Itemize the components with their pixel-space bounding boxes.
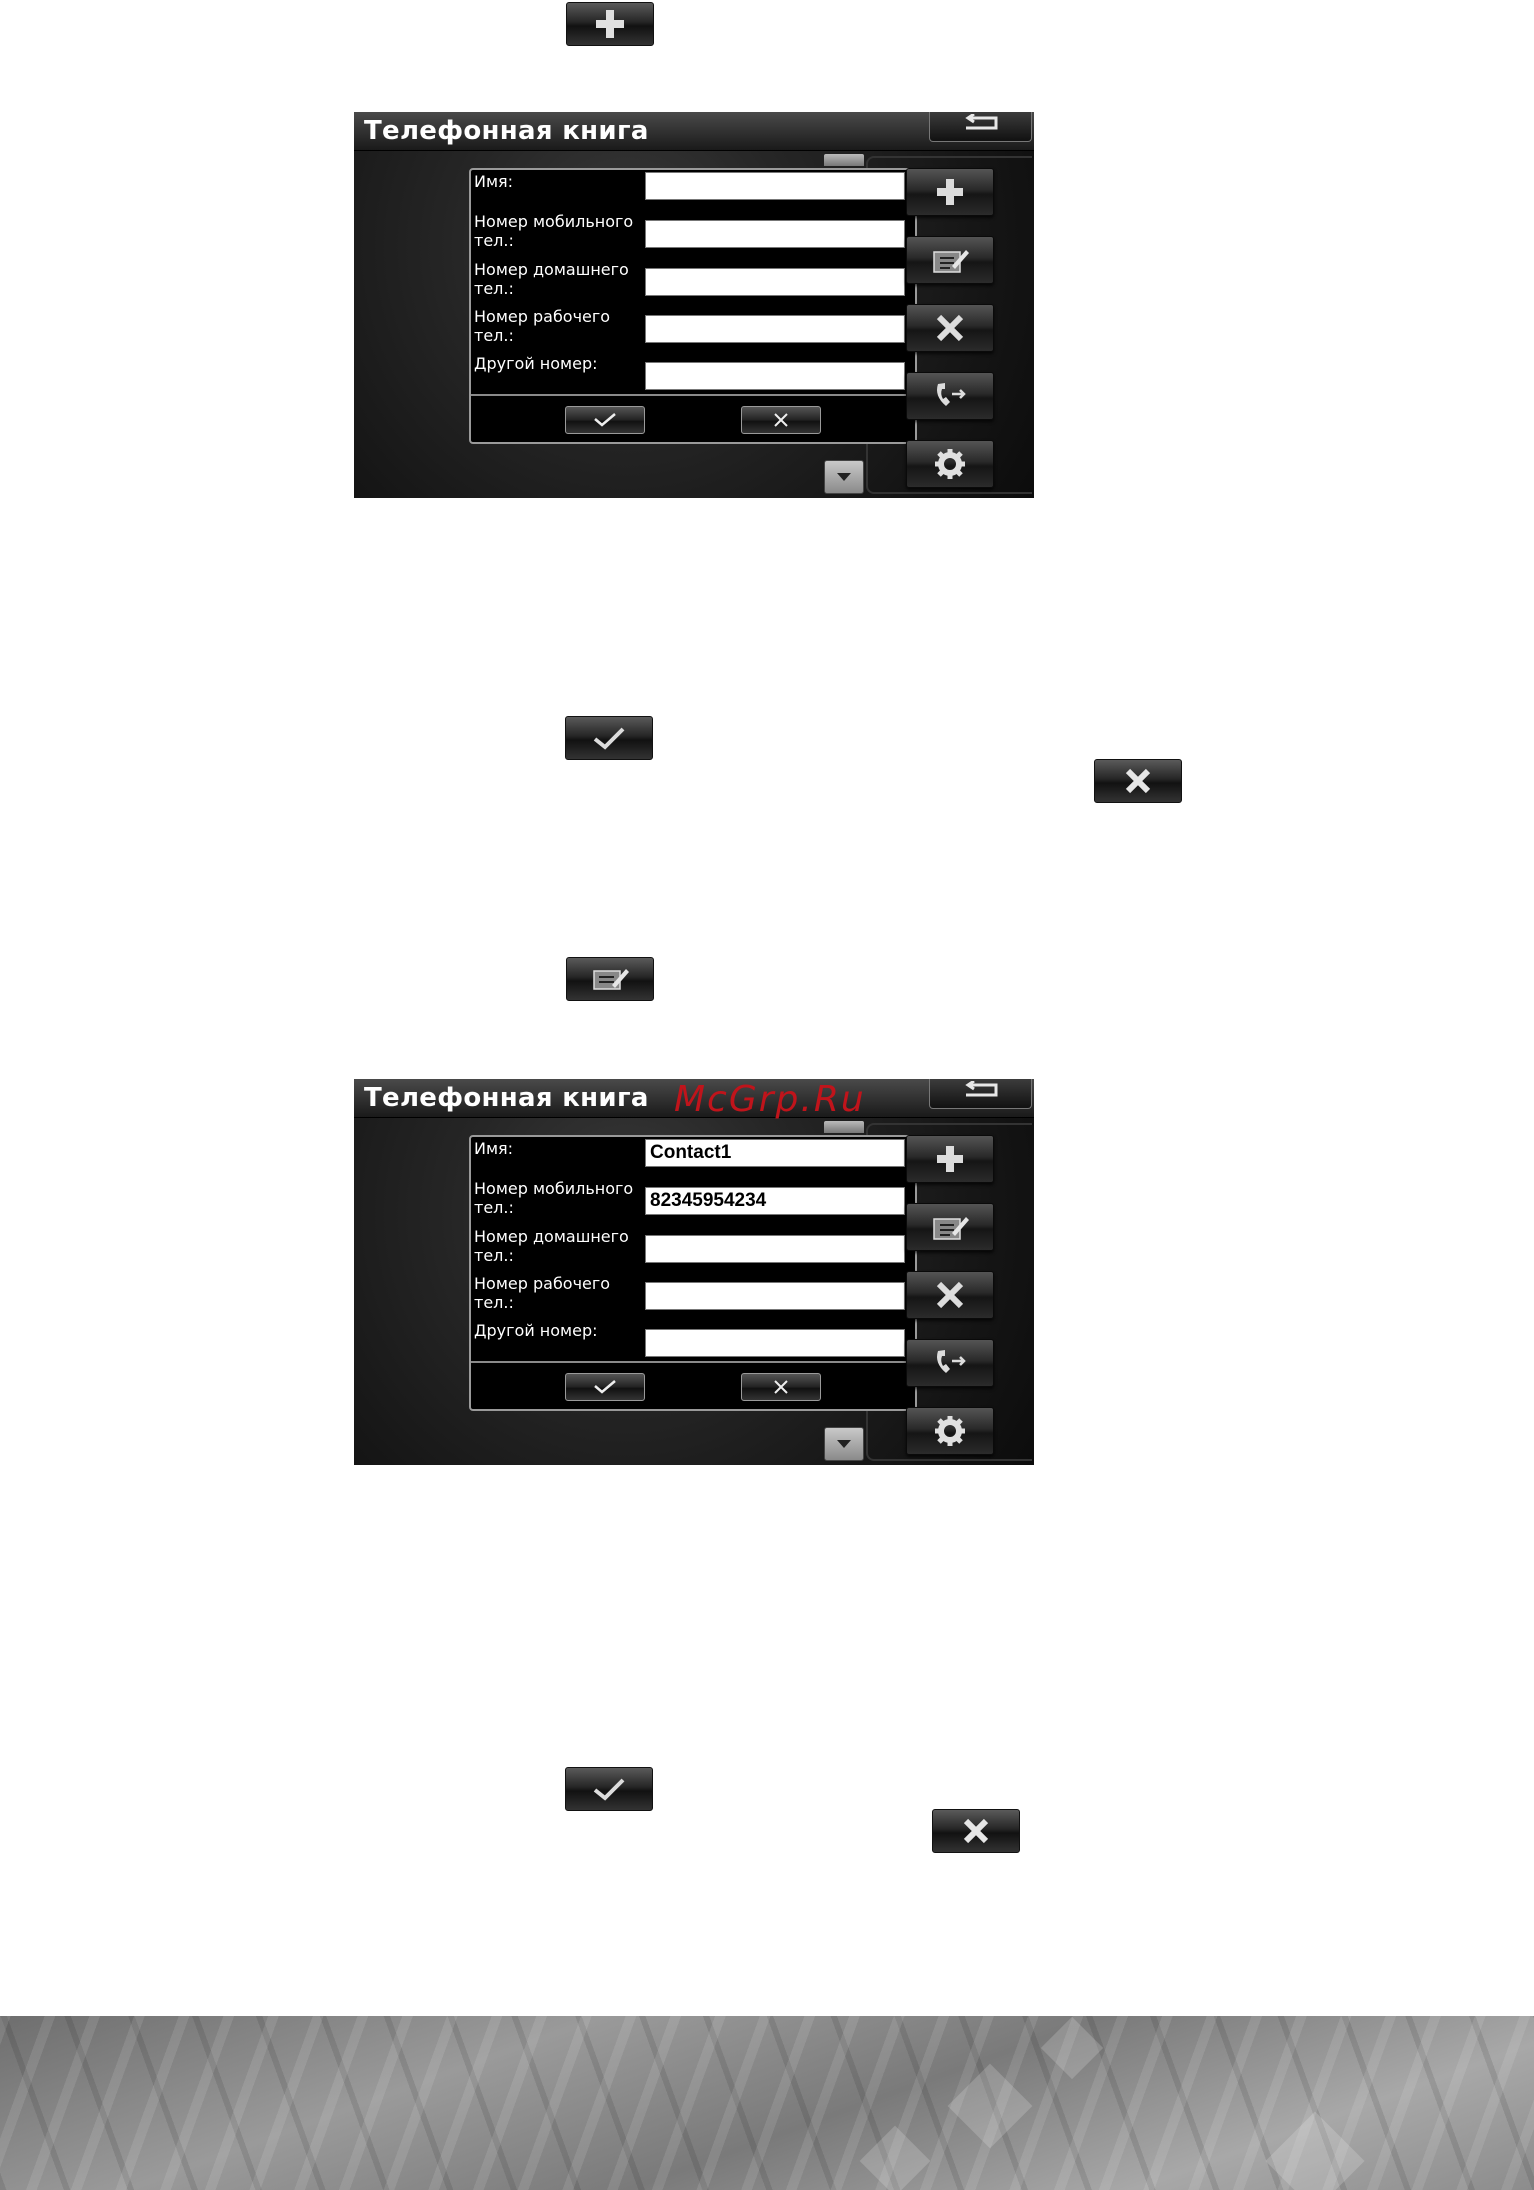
scroll-up-button[interactable] (824, 1121, 864, 1133)
confirm-button[interactable] (565, 1373, 645, 1401)
decorative-shard (947, 2063, 1033, 2149)
scroll-up-button[interactable] (824, 154, 864, 166)
add-contact-button[interactable] (906, 168, 994, 216)
confirm-button[interactable] (565, 406, 645, 434)
screen-title: Телефонная книга (364, 116, 649, 146)
name-label: Имя: (474, 1139, 514, 1158)
confirm-icon-sample (565, 716, 653, 760)
edit-contact-icon (593, 969, 629, 990)
mobile-label: Номер мобильного тел.: (474, 212, 634, 250)
decorative-footer-band (0, 2016, 1534, 2190)
add-button-icon (566, 2, 654, 46)
call-transfer-icon (937, 1350, 966, 1373)
triangle-down-icon (837, 473, 851, 481)
cancel-icon-sample (1094, 759, 1182, 803)
edit-icon-sample (566, 957, 654, 1001)
settings-button[interactable] (906, 440, 994, 488)
home-field[interactable] (645, 268, 905, 296)
delete-icon (936, 314, 964, 342)
back-button[interactable] (929, 1079, 1032, 1109)
name-label: Имя: (474, 172, 514, 191)
work-field[interactable] (645, 1282, 905, 1310)
call-transfer-button[interactable] (906, 372, 994, 420)
home-field[interactable] (645, 1235, 905, 1263)
plus-icon (596, 10, 624, 38)
edit-contact-icon (933, 250, 969, 273)
back-button[interactable] (929, 112, 1032, 142)
mobile-label: Номер мобильного тел.: (474, 1179, 634, 1217)
cancel-button[interactable] (741, 1373, 821, 1401)
phonebook-screen-filled: Телефонная книга McGrp.Ru Имя: Contact1 … (354, 1079, 1034, 1465)
settings-gear-icon (935, 1416, 965, 1446)
other-label: Другой номер: (474, 354, 598, 373)
work-label: Номер рабочего тел.: (474, 1274, 611, 1312)
cancel-button[interactable] (741, 406, 821, 434)
return-arrow-icon (964, 113, 997, 129)
contact-dialog: Имя: Contact1 Номер мобильного тел.: 823… (469, 1135, 917, 1411)
contact-dialog: Имя: Номер мобильного тел.: Номер домашн… (469, 168, 917, 444)
watermark-text: McGrp.Ru (674, 1079, 866, 1120)
decorative-shard (859, 2125, 931, 2190)
check-icon (594, 413, 616, 427)
settings-button[interactable] (906, 1407, 994, 1455)
name-field[interactable]: Contact1 (645, 1139, 905, 1167)
confirm-icon-sample (565, 1767, 653, 1811)
mobile-field[interactable]: 82345954234 (645, 1187, 905, 1215)
call-transfer-button[interactable] (906, 1339, 994, 1387)
plus-icon (937, 1146, 963, 1172)
cancel-icon-sample (932, 1809, 1020, 1853)
scroll-down-button[interactable] (824, 460, 864, 494)
screen-title: Телефонная книга (364, 1083, 649, 1113)
work-field[interactable] (645, 315, 905, 343)
return-arrow-icon (964, 1080, 997, 1096)
settings-gear-icon (935, 449, 965, 479)
delete-contact-button[interactable] (906, 304, 994, 352)
check-icon (593, 727, 625, 750)
mobile-field[interactable] (645, 220, 905, 248)
scroll-down-button[interactable] (824, 1427, 864, 1461)
home-label: Номер домашнего тел.: (474, 1227, 629, 1265)
edit-contact-icon (933, 1217, 969, 1240)
plus-icon (937, 179, 963, 205)
edit-contact-button[interactable] (906, 236, 994, 284)
decorative-shard (1040, 2016, 1104, 2080)
cross-icon (963, 1818, 989, 1844)
home-label: Номер домашнего тел.: (474, 260, 629, 298)
triangle-down-icon (837, 1440, 851, 1448)
cross-icon (774, 413, 788, 427)
call-transfer-icon (937, 383, 966, 406)
cross-icon (774, 1380, 788, 1394)
dialog-divider (471, 394, 915, 396)
decorative-shard (1265, 2111, 1365, 2190)
work-label: Номер рабочего тел.: (474, 307, 611, 345)
delete-contact-button[interactable] (906, 1271, 994, 1319)
phonebook-screen-empty: Телефонная книга Имя: Номер мобильного т… (354, 112, 1034, 498)
other-label: Другой номер: (474, 1321, 598, 1340)
name-field[interactable] (645, 172, 905, 200)
delete-icon (936, 1281, 964, 1309)
edit-contact-button[interactable] (906, 1203, 994, 1251)
other-field[interactable] (645, 1329, 905, 1357)
other-field[interactable] (645, 362, 905, 390)
add-contact-button[interactable] (906, 1135, 994, 1183)
check-icon (593, 1778, 625, 1801)
dialog-divider (471, 1361, 915, 1363)
check-icon (594, 1380, 616, 1394)
cross-icon (1125, 768, 1151, 794)
